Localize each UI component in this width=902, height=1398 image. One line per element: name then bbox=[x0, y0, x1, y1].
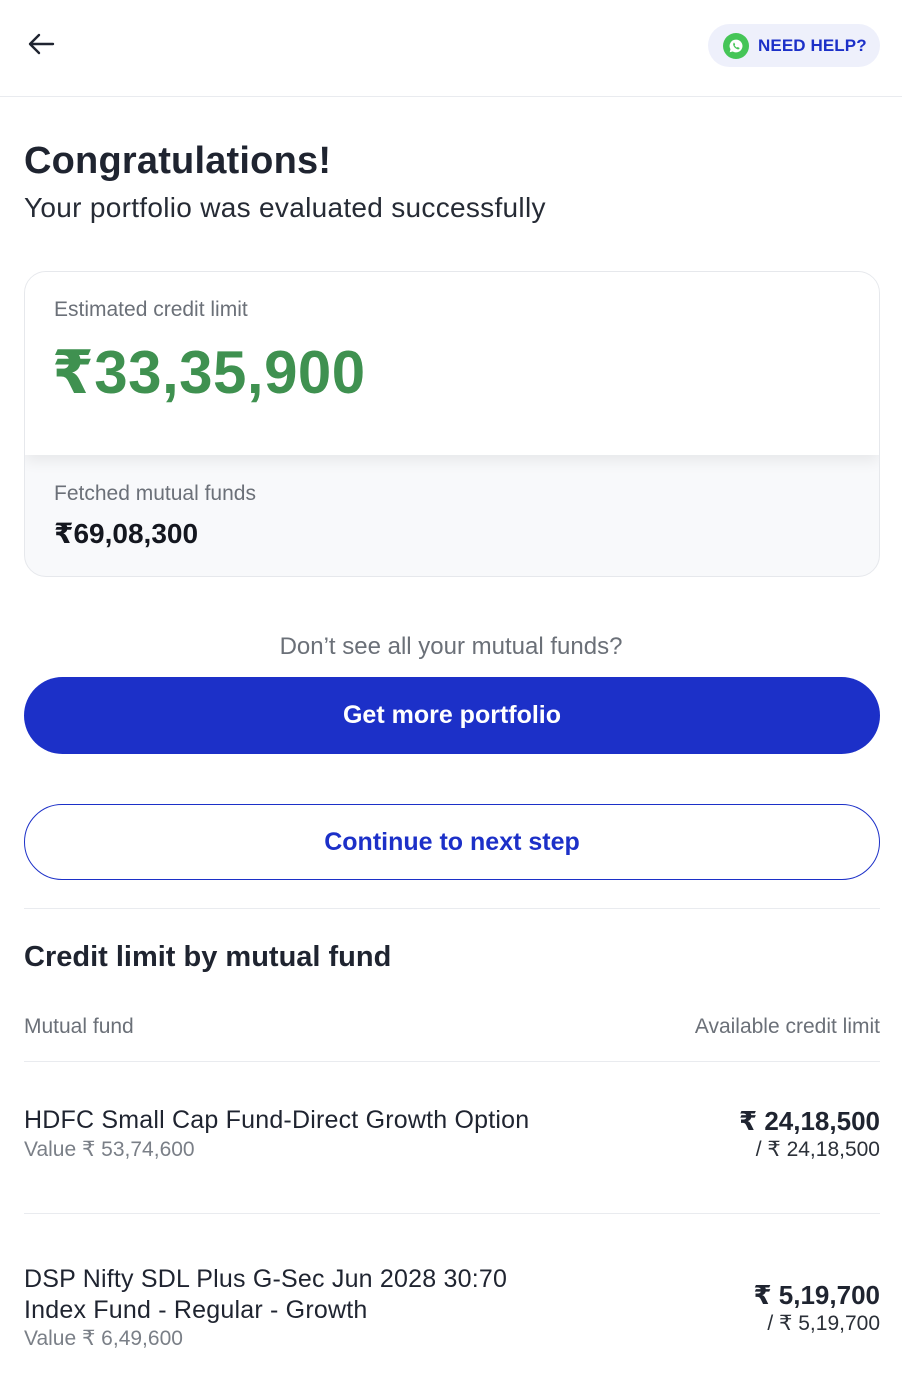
header-divider bbox=[24, 1061, 880, 1062]
page-title: Congratulations! bbox=[24, 140, 332, 182]
fund-name-continued: Index Fund - Regular - Growth bbox=[24, 1296, 368, 1324]
fund-available-limit: ₹ 5,19,700 bbox=[753, 1280, 880, 1310]
column-header-limit: Available credit limit bbox=[694, 1015, 880, 1038]
table-row[interactable]: HDFC Small Cap Fund-Direct Growth Option… bbox=[24, 1100, 880, 1170]
fund-max-limit: / ₹ 24,18,500 bbox=[755, 1138, 880, 1161]
get-more-portfolio-button[interactable]: Get more portfolio bbox=[24, 677, 880, 754]
missing-funds-prompt: Don’t see all your mutual funds? bbox=[279, 633, 623, 660]
column-header-fund: Mutual fund bbox=[24, 1015, 134, 1038]
section-divider bbox=[24, 908, 880, 909]
estimated-limit-panel: Estimated credit limit ₹33,35,900 bbox=[25, 272, 879, 455]
fund-name: HDFC Small Cap Fund-Direct Growth Option bbox=[24, 1106, 530, 1134]
row-divider bbox=[24, 1213, 880, 1214]
page-subtitle: Your portfolio was evaluated successfull… bbox=[24, 192, 546, 223]
estimated-limit-value: ₹33,35,900 bbox=[52, 339, 366, 406]
back-button[interactable] bbox=[20, 26, 62, 66]
table-row[interactable]: DSP Nifty SDL Plus G-Sec Jun 2028 30:70 … bbox=[24, 1262, 880, 1358]
fetched-funds-label: Fetched mutual funds bbox=[54, 482, 256, 505]
fund-value: Value ₹ 53,74,600 bbox=[24, 1138, 195, 1161]
credit-summary-card: Estimated credit limit ₹33,35,900 Fetche… bbox=[24, 271, 880, 577]
fund-name: DSP Nifty SDL Plus G-Sec Jun 2028 30:70 bbox=[24, 1265, 508, 1293]
fund-value: Value ₹ 6,49,600 bbox=[24, 1327, 183, 1350]
continue-next-step-button[interactable]: Continue to next step bbox=[24, 804, 880, 880]
estimated-limit-label: Estimated credit limit bbox=[54, 298, 248, 321]
need-help-label: NEED HELP? bbox=[758, 35, 867, 55]
fund-max-limit: / ₹ 5,19,700 bbox=[767, 1312, 880, 1335]
fetched-funds-value: ₹69,08,300 bbox=[54, 518, 199, 549]
credit-evaluation-screen: NEED HELP? Congratulations! Your portfol… bbox=[0, 0, 902, 1398]
need-help-button[interactable]: NEED HELP? bbox=[708, 24, 880, 67]
whatsapp-icon bbox=[723, 32, 749, 59]
top-bar: NEED HELP? bbox=[0, 0, 902, 97]
fund-available-limit: ₹ 24,18,500 bbox=[739, 1106, 880, 1136]
arrow-left-icon bbox=[27, 32, 55, 61]
breakdown-title: Credit limit by mutual fund bbox=[24, 941, 392, 973]
